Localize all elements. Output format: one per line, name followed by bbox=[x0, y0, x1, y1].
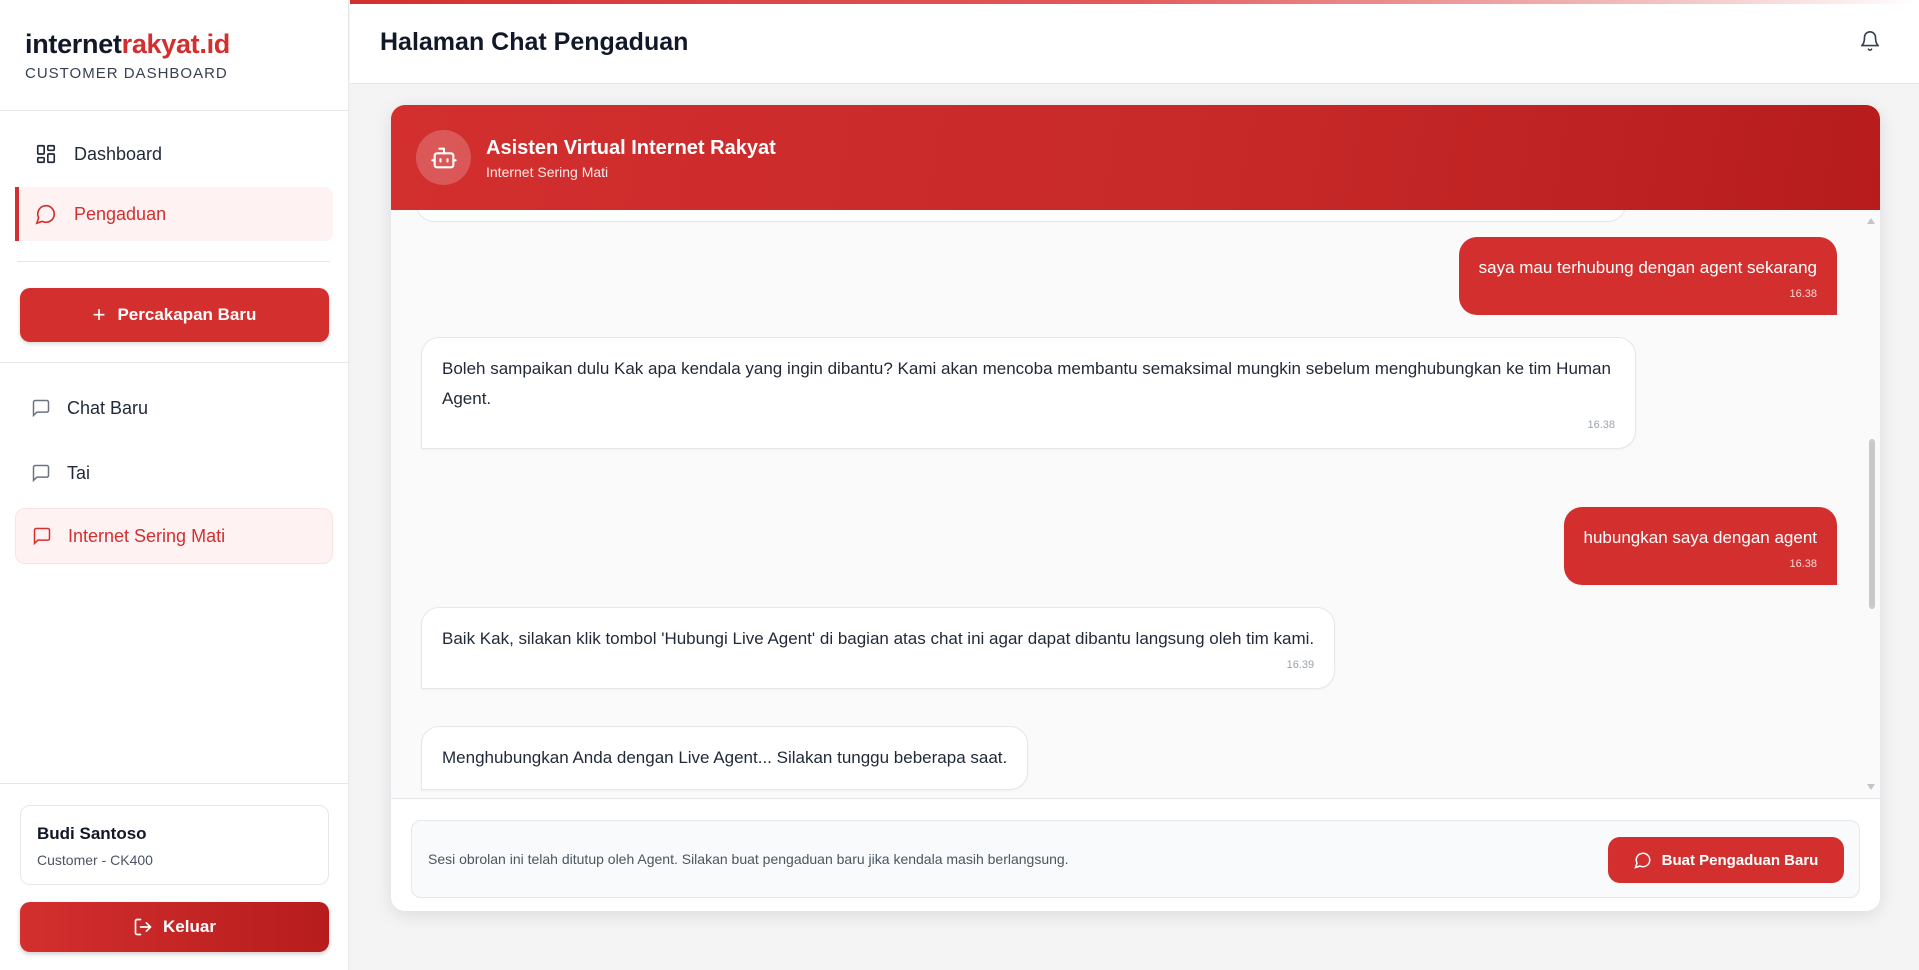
message-time: 16.38 bbox=[1587, 419, 1615, 431]
top-header: Halaman Chat Pengaduan bbox=[350, 0, 1919, 84]
user-name: Budi Santoso bbox=[37, 824, 147, 843]
nav-item-label: Pengaduan bbox=[74, 203, 167, 224]
history-item-label: Chat Baru bbox=[67, 397, 149, 418]
chat-bubble-icon bbox=[35, 204, 56, 225]
scrollbar[interactable] bbox=[1867, 214, 1878, 794]
user-message: saya mau terhubung dengan agent sekarang… bbox=[1458, 237, 1837, 315]
history-item-chat-baru[interactable]: Chat Baru bbox=[15, 380, 333, 436]
bell-icon[interactable] bbox=[1859, 30, 1881, 52]
message-square-icon bbox=[32, 464, 50, 483]
page-title: Halaman Chat Pengaduan bbox=[380, 28, 689, 56]
brand-subtitle: CUSTOMER DASHBOARD bbox=[25, 65, 228, 82]
nav-item-label: Dashboard bbox=[74, 143, 163, 164]
grid-icon bbox=[36, 144, 56, 164]
history-item-internet-sering-mati[interactable]: Internet Sering Mati bbox=[15, 508, 333, 564]
message-time: 16.38 bbox=[1789, 558, 1817, 570]
new-conversation-label: Percakapan Baru bbox=[117, 305, 257, 324]
logout-icon bbox=[134, 918, 152, 936]
chat-bubble-icon bbox=[1633, 852, 1651, 869]
brand-logo[interactable]: internetrakyat.id CUSTOMER DASHBOARD bbox=[25, 28, 230, 82]
chat-header: Asisten Virtual Internet Rakyat Internet… bbox=[391, 105, 1880, 210]
scroll-up-arrow[interactable] bbox=[1867, 218, 1875, 224]
user-message: hubungkan saya dengan agent 16.38 bbox=[1563, 507, 1837, 585]
bot-avatar bbox=[416, 130, 471, 185]
chat-panel: Asisten Virtual Internet Rakyat Internet… bbox=[391, 105, 1880, 911]
session-closed-notice: Sesi obrolan ini telah ditutup oleh Agen… bbox=[411, 820, 1860, 898]
history-item-label: Internet Sering Mati bbox=[68, 525, 226, 546]
logout-label: Keluar bbox=[163, 917, 216, 936]
history-item-label: Tai bbox=[67, 462, 91, 483]
chat-subtitle: Internet Sering Mati bbox=[486, 164, 609, 180]
new-complaint-button[interactable]: Buat Pengaduan Baru bbox=[1608, 837, 1844, 883]
message-text: saya mau terhubung dengan agent sekarang bbox=[1478, 258, 1817, 277]
user-card: Budi Santoso Customer - CK400 bbox=[20, 805, 329, 885]
bot-message: Baik Kak, silakan klik tombol 'Hubungi L… bbox=[421, 607, 1336, 689]
message-time: 16.39 bbox=[1286, 659, 1315, 671]
user-role: Customer - CK400 bbox=[37, 852, 153, 868]
message-list[interactable]: saya mau terhubung dengan agent sekarang… bbox=[391, 210, 1880, 798]
scrollbar-thumb[interactable] bbox=[1869, 439, 1875, 609]
chat-title: Asisten Virtual Internet Rakyat bbox=[486, 137, 776, 159]
message-text: hubungkan saya dengan agent bbox=[1583, 528, 1817, 547]
brand-name-accent: rakyat.id bbox=[121, 29, 231, 59]
nav-item-dashboard[interactable]: Dashboard bbox=[15, 127, 333, 181]
bot-message: Menghubungkan Anda dengan Live Agent... … bbox=[421, 726, 1029, 790]
logout-button[interactable]: Keluar bbox=[20, 902, 329, 952]
history-item-tai[interactable]: Tai bbox=[15, 445, 333, 501]
brand-name-main: internet bbox=[25, 29, 122, 59]
chat-footer: Sesi obrolan ini telah ditutup oleh Agen… bbox=[391, 798, 1880, 911]
plus-icon: + bbox=[92, 302, 106, 327]
message-text: Baik Kak, silakan klik tombol 'Hubungi L… bbox=[442, 629, 1315, 648]
divider bbox=[17, 261, 330, 262]
scroll-down-arrow[interactable] bbox=[1867, 784, 1875, 790]
message-square-icon bbox=[33, 527, 51, 546]
loading-progress-bar bbox=[350, 0, 1919, 4]
divider bbox=[0, 783, 349, 784]
message-text: Boleh sampaikan dulu Kak apa kendala yan… bbox=[442, 359, 1611, 408]
new-complaint-label: Buat Pengaduan Baru bbox=[1661, 851, 1819, 869]
divider bbox=[0, 362, 349, 363]
sidebar: internetrakyat.id CUSTOMER DASHBOARD Das… bbox=[0, 0, 349, 970]
message-square-icon bbox=[32, 399, 50, 418]
nav-item-pengaduan[interactable]: Pengaduan bbox=[15, 187, 333, 241]
session-closed-text: Sesi obrolan ini telah ditutup oleh Agen… bbox=[428, 851, 1069, 867]
bot-icon bbox=[430, 147, 457, 168]
message-time: 16.38 bbox=[1789, 288, 1817, 300]
message-text: Menghubungkan Anda dengan Live Agent... … bbox=[442, 748, 1008, 767]
new-conversation-button[interactable]: + Percakapan Baru bbox=[20, 288, 329, 342]
message-bubble-partial bbox=[416, 210, 1626, 222]
bot-message: Boleh sampaikan dulu Kak apa kendala yan… bbox=[421, 337, 1636, 449]
divider bbox=[0, 110, 349, 111]
